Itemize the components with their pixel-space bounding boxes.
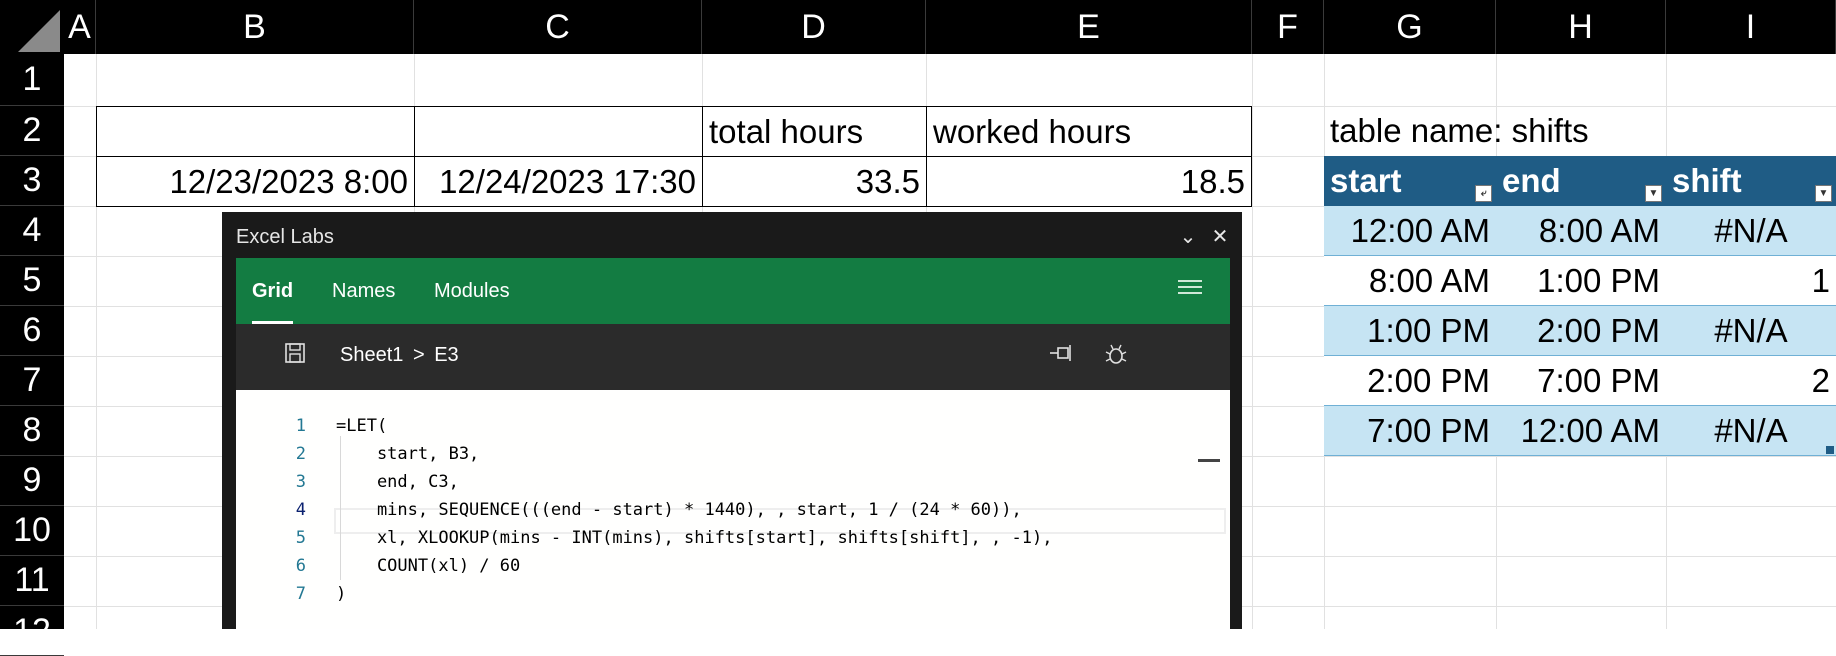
code-line: =LET( <box>336 416 388 436</box>
table-cell[interactable]: 8:00 AM <box>1324 256 1496 306</box>
table-cell[interactable]: #N/A <box>1666 206 1836 256</box>
cell-e2[interactable]: worked hours <box>926 106 1252 157</box>
debug-icon[interactable] <box>1104 342 1128 373</box>
table-cell[interactable]: 2 <box>1666 356 1836 406</box>
table-cell[interactable]: 2:00 PM <box>1496 306 1666 356</box>
breadcrumb: Sheet1 > E3 <box>340 344 459 367</box>
column-header-d[interactable]: D <box>702 0 926 54</box>
tab-bar: Grid Names Modules <box>236 258 1230 324</box>
cell-b2[interactable] <box>96 106 415 157</box>
row-header-7[interactable]: 7 <box>0 356 64 406</box>
row-header-11[interactable]: 11 <box>0 556 64 606</box>
cell-c3[interactable]: 12/24/2023 17:30 <box>414 156 703 207</box>
table-cell[interactable]: 1:00 PM <box>1324 306 1496 356</box>
table-cell[interactable]: #N/A <box>1666 306 1836 356</box>
row-header-9[interactable]: 9 <box>0 456 64 506</box>
tab-grid[interactable]: Grid <box>252 258 294 324</box>
row-header-1[interactable]: 1 <box>0 54 64 106</box>
filter-dropdown-icon[interactable]: ▼ <box>1645 185 1662 202</box>
table-cell[interactable]: 1:00 PM <box>1496 256 1666 306</box>
table-cell[interactable]: #N/A <box>1666 406 1836 456</box>
excel-labs-panel: Excel Labs ⌄ ✕ Grid Names Modules Sheet1… <box>222 212 1242 629</box>
panel-title: Excel Labs <box>236 226 334 248</box>
column-header-h[interactable]: H <box>1496 0 1666 54</box>
menu-icon[interactable] <box>1178 280 1202 298</box>
tab-modules[interactable]: Modules <box>434 258 510 324</box>
cell-d2[interactable]: total hours <box>702 106 927 157</box>
line-number: 2 <box>295 444 306 464</box>
chevron-down-icon[interactable]: ⌄ <box>1177 224 1199 249</box>
row-header-4[interactable]: 4 <box>0 206 64 256</box>
scrollbar-thumb[interactable] <box>1198 459 1220 462</box>
table-cell[interactable]: 7:00 PM <box>1496 356 1666 406</box>
select-all-corner[interactable] <box>0 0 64 54</box>
code-line: ) <box>336 584 347 604</box>
row-header-6[interactable]: 6 <box>0 306 64 356</box>
table-header-label: shift <box>1672 162 1742 199</box>
cell-c2[interactable] <box>414 106 703 157</box>
code-line: mins, SEQUENCE(((end - start) * 1440), ,… <box>336 500 1022 520</box>
code-line: start, B3, <box>336 444 480 464</box>
filter-dropdown-icon[interactable]: ▼ <box>1815 185 1832 202</box>
table-header-label: end <box>1502 162 1561 199</box>
line-number: 4 <box>295 500 306 520</box>
column-header-a[interactable]: A <box>64 0 96 54</box>
editor-toolbar: Sheet1 > E3 <box>236 324 1230 390</box>
select-all-triangle-icon <box>18 10 60 52</box>
breadcrumb-separator: > <box>412 344 425 366</box>
line-number: 7 <box>295 584 306 604</box>
table-cell[interactable]: 7:00 PM <box>1324 406 1496 456</box>
row-header-2[interactable]: 2 <box>0 106 64 156</box>
cell-e3[interactable]: 18.5 <box>926 156 1252 207</box>
row-header-12[interactable]: 12 <box>0 606 64 656</box>
table-cell[interactable]: 12:00 AM <box>1324 206 1496 256</box>
column-header-e[interactable]: E <box>926 0 1252 54</box>
code-line: xl, XLOOKUP(mins - INT(mins), shifts[sta… <box>336 528 1053 548</box>
line-number: 1 <box>295 416 306 436</box>
cell-d3[interactable]: 33.5 <box>702 156 927 207</box>
column-header-i[interactable]: I <box>1666 0 1836 54</box>
table-cell[interactable]: 8:00 AM <box>1496 206 1666 256</box>
tab-names[interactable]: Names <box>332 258 395 324</box>
code-editor[interactable]: 1 2 3 4 5 6 7 =LET( start, B3, end, C3, … <box>236 390 1230 629</box>
close-icon[interactable]: ✕ <box>1209 224 1231 249</box>
column-header-bar: A B C D E F G H I <box>64 0 1836 54</box>
save-icon[interactable] <box>284 342 306 371</box>
table-name-label[interactable]: table name: shifts <box>1324 106 1724 156</box>
breadcrumb-cell[interactable]: E3 <box>434 344 458 366</box>
code-line: end, C3, <box>336 472 459 492</box>
breadcrumb-sheet[interactable]: Sheet1 <box>340 344 403 366</box>
line-number: 6 <box>295 556 306 576</box>
table-cell[interactable]: 12:00 AM <box>1496 406 1666 456</box>
pin-icon[interactable] <box>1048 342 1074 371</box>
column-header-f[interactable]: F <box>1252 0 1324 54</box>
column-header-g[interactable]: G <box>1324 0 1496 54</box>
table-resize-handle[interactable] <box>1826 446 1834 454</box>
row-header-8[interactable]: 8 <box>0 406 64 456</box>
cell-b3[interactable]: 12/23/2023 8:00 <box>96 156 415 207</box>
line-number: 3 <box>295 472 306 492</box>
table-cell[interactable]: 1 <box>1666 256 1836 306</box>
row-header-10[interactable]: 10 <box>0 506 64 556</box>
code-line: COUNT(xl) / 60 <box>336 556 521 576</box>
table-header-label: start <box>1330 162 1402 199</box>
row-header-3[interactable]: 3 <box>0 156 64 206</box>
table-cell[interactable]: 2:00 PM <box>1324 356 1496 406</box>
line-number: 5 <box>295 528 306 548</box>
table-header-end[interactable]: end ▼ <box>1496 156 1666 206</box>
table-header-shift[interactable]: shift ▼ <box>1666 156 1836 206</box>
row-header-bar: 1 2 3 4 5 6 7 8 9 10 11 12 <box>0 54 64 656</box>
sort-filter-icon[interactable]: ⤶ <box>1475 185 1492 202</box>
row-header-5[interactable]: 5 <box>0 256 64 306</box>
column-header-b[interactable]: B <box>96 0 414 54</box>
column-header-c[interactable]: C <box>414 0 702 54</box>
table-header-start[interactable]: start ⤶ <box>1324 156 1496 206</box>
